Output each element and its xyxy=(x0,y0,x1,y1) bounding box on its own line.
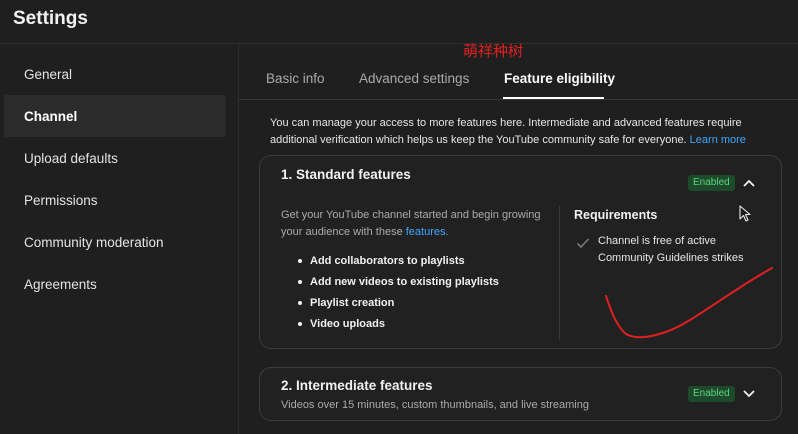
active-tab-indicator xyxy=(503,97,604,99)
standard-features-title[interactable]: 1. Standard features xyxy=(281,167,411,182)
list-item: Video uploads xyxy=(298,316,499,337)
learn-more-link[interactable]: Learn more xyxy=(690,134,746,146)
feature-list: Add collaborators to playlists Add new v… xyxy=(298,253,499,337)
sidebar-item-label: Agreements xyxy=(24,276,97,292)
sidebar-divider xyxy=(238,44,239,434)
sidebar-item-label: General xyxy=(24,66,73,82)
standard-features-description: Get your YouTube channel started and beg… xyxy=(281,207,551,241)
sidebar-item-general[interactable]: General xyxy=(4,53,226,95)
features-link[interactable]: features. xyxy=(406,226,449,238)
chevron-up-icon[interactable] xyxy=(741,175,757,191)
intermediate-features-description: Videos over 15 minutes, custom thumbnail… xyxy=(281,399,589,411)
hand-drawn-annotation xyxy=(605,267,773,339)
status-badge: Enabled xyxy=(688,175,735,191)
list-item: Add new videos to existing playlists xyxy=(298,274,499,295)
sidebar-item-agreements[interactable]: Agreements xyxy=(4,263,226,305)
tab-basic-info[interactable]: Basic info xyxy=(266,71,325,86)
sidebar-item-label: Channel xyxy=(24,108,78,124)
requirements-title: Requirements xyxy=(574,208,658,222)
tab-advanced-settings[interactable]: Advanced settings xyxy=(359,71,469,86)
check-icon xyxy=(576,238,590,249)
sidebar: General Channel Upload defaults Permissi… xyxy=(0,48,238,434)
sidebar-item-label: Permissions xyxy=(24,192,98,208)
list-item: Playlist creation xyxy=(298,295,499,316)
status-badge: Enabled xyxy=(688,386,735,402)
sidebar-item-channel[interactable]: Channel xyxy=(4,95,226,137)
sidebar-item-label: Community moderation xyxy=(24,234,164,250)
tab-bar: Basic info Advanced settings Feature eli… xyxy=(239,44,798,100)
tab-feature-eligibility[interactable]: Feature eligibility xyxy=(504,71,615,86)
list-item: Add collaborators to playlists xyxy=(298,253,499,274)
intermediate-features-title[interactable]: 2. Intermediate features xyxy=(281,378,433,393)
intro-text: You can manage your access to more featu… xyxy=(270,115,775,149)
header: Settings xyxy=(0,0,798,44)
intermediate-features-card: 2. Intermediate features Enabled Videos … xyxy=(259,367,782,421)
column-divider xyxy=(559,206,560,340)
page-title: Settings xyxy=(13,8,88,29)
sidebar-item-permissions[interactable]: Permissions xyxy=(4,179,226,221)
cursor-icon xyxy=(739,205,751,222)
sidebar-item-label: Upload defaults xyxy=(24,150,118,166)
intro-description: You can manage your access to more featu… xyxy=(270,117,742,146)
sidebar-item-community-moderation[interactable]: Community moderation xyxy=(4,221,226,263)
sidebar-item-upload-defaults[interactable]: Upload defaults xyxy=(4,137,226,179)
chevron-down-icon[interactable] xyxy=(741,386,757,402)
